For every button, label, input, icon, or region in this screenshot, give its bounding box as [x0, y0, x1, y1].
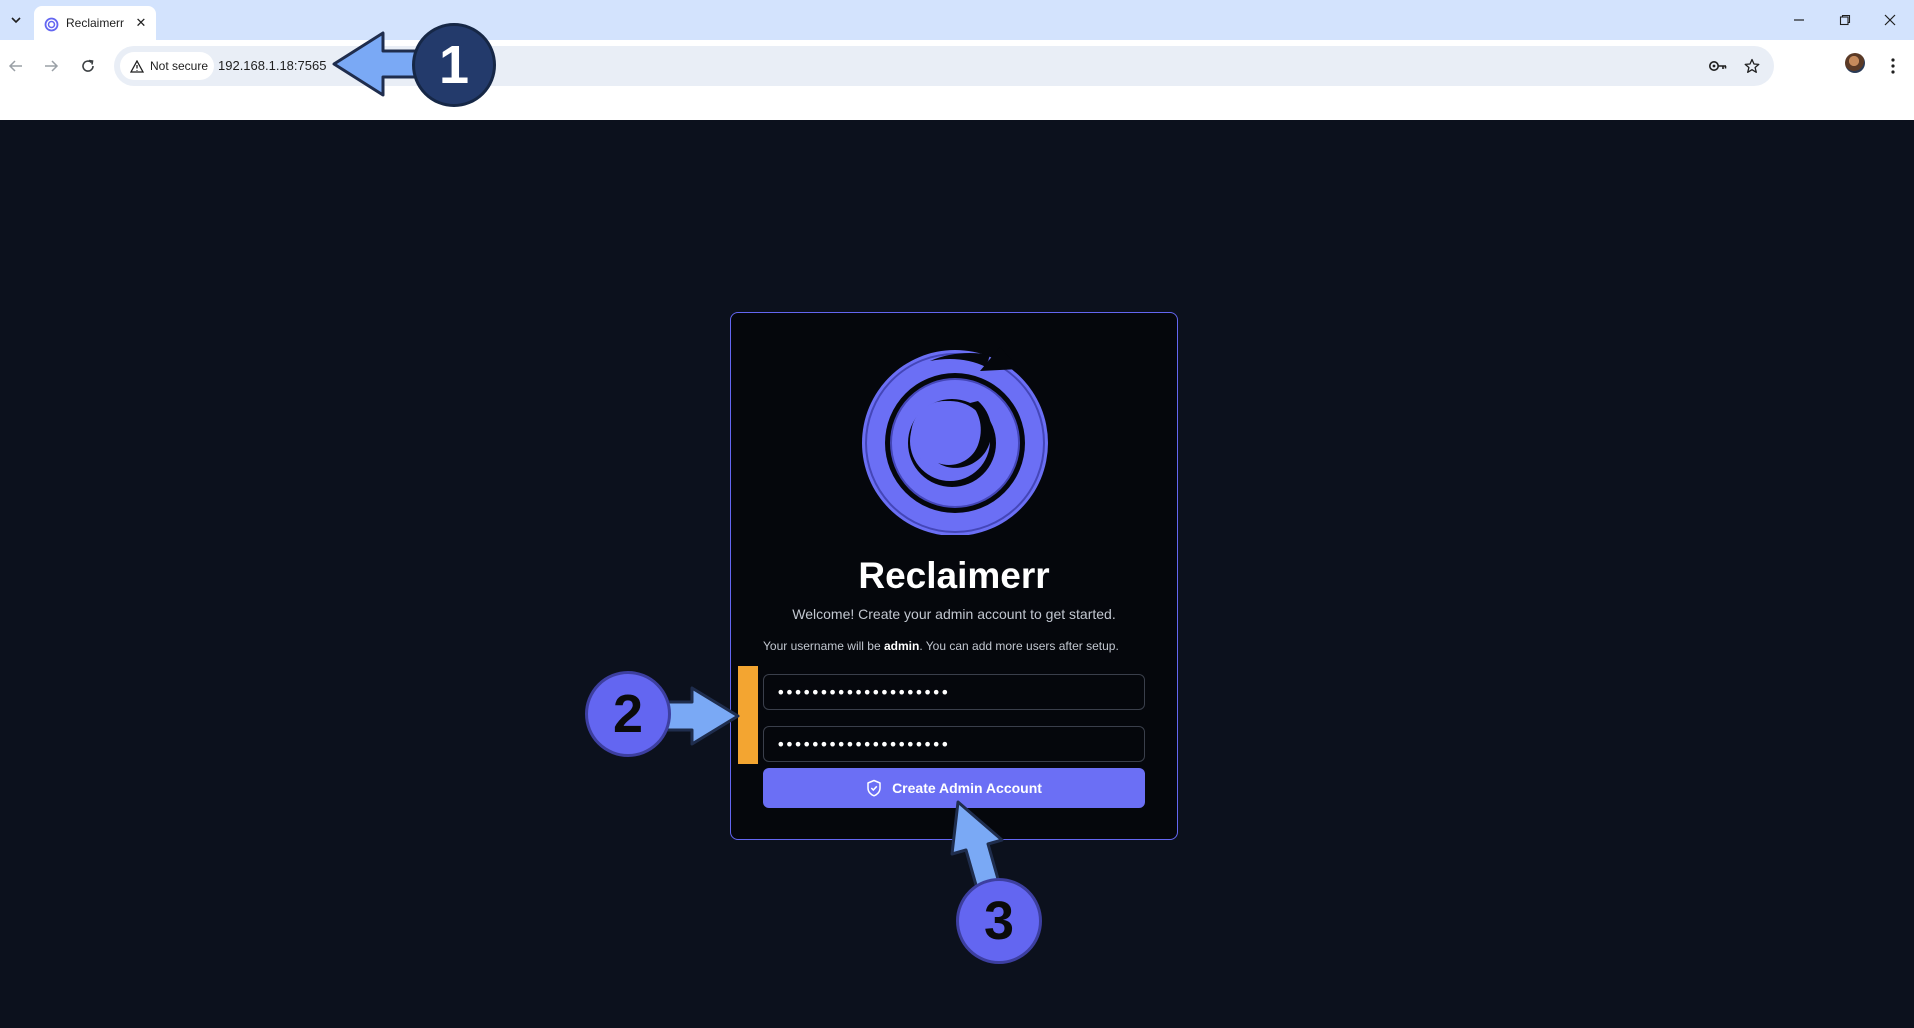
restore-icon[interactable] [1831, 6, 1859, 34]
tab-title: Reclaimerr [66, 16, 125, 30]
key-icon[interactable] [1708, 56, 1728, 76]
profile-avatar[interactable] [1845, 53, 1865, 73]
security-label: Not secure [150, 59, 209, 73]
hint-suffix: . You can add more users after setup. [919, 639, 1119, 653]
security-chip[interactable]: Not secure [120, 52, 214, 80]
page-background: Reclaimerr Welcome! Create your admin ac… [0, 120, 1914, 1028]
reclaimerr-logo [862, 347, 1048, 535]
reload-icon[interactable] [74, 52, 102, 80]
browser-tab[interactable]: Reclaimerr ✕ [34, 6, 156, 40]
chevron-down-icon[interactable] [6, 10, 26, 30]
username-hint: Your username will be admin. You can add… [763, 639, 1119, 653]
kebab-menu-icon[interactable] [1882, 52, 1904, 80]
arrow-right-icon[interactable] [37, 52, 65, 80]
hint-prefix: Your username will be [763, 639, 884, 653]
step-1-callout: 1 [412, 23, 496, 107]
welcome-text: Welcome! Create your admin account to ge… [792, 606, 1116, 622]
highlight-bar [738, 666, 758, 764]
close-icon[interactable]: ✕ [132, 14, 150, 32]
step-2-callout: 2 [585, 671, 671, 757]
arrow-left-icon[interactable] [2, 52, 30, 80]
password-field[interactable]: •••••••••••••••••••• [763, 674, 1145, 710]
browser-toolbar: Not secure 192.168.1.18:7565 [0, 40, 1914, 120]
app-title: Reclaimerr [858, 555, 1050, 596]
hint-username: admin [883, 639, 920, 653]
setup-card: Reclaimerr Welcome! Create your admin ac… [730, 312, 1178, 840]
tab-strip: Reclaimerr ✕ [0, 0, 1914, 40]
create-admin-label: Create Admin Account [892, 780, 1042, 796]
star-icon[interactable] [1742, 56, 1762, 76]
reclaimerr-favicon-icon [44, 17, 59, 32]
confirm-password-field[interactable]: •••••••••••••••••••• [763, 726, 1145, 762]
address-bar[interactable]: Not secure 192.168.1.18:7565 [114, 46, 1774, 86]
url-text[interactable]: 192.168.1.18:7565 [218, 58, 326, 73]
close-window-icon[interactable] [1876, 6, 1904, 34]
minimize-icon[interactable] [1785, 6, 1813, 34]
create-admin-button[interactable]: Create Admin Account [763, 768, 1145, 808]
shield-check-icon [867, 779, 881, 797]
warning-icon [130, 59, 144, 73]
step-3-callout: 3 [956, 878, 1042, 964]
